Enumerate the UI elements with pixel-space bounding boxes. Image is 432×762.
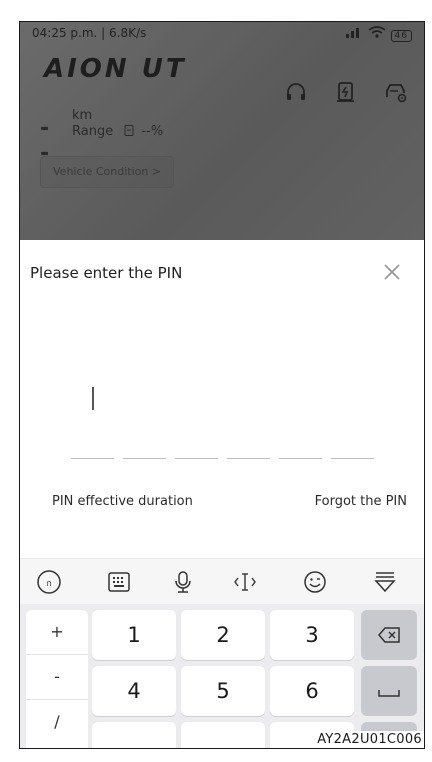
pin-slot-4[interactable] [227,436,270,459]
language-icon[interactable]: ก [36,569,62,595]
key-row3-b[interactable] [181,722,265,748]
status-time-speed: 04:25 p.m. | 6.8K/s [32,26,147,40]
pin-dialog-title: Please enter the PIN [30,264,183,282]
key-4[interactable]: 4 [92,666,176,716]
range-label: Range [72,124,114,139]
pin-dialog: Please enter the PIN PIN effective durat… [20,240,424,560]
phone-screen: 04:25 p.m. | 6.8K/s 46 AION UT -- km Ran… [19,21,425,749]
header-actions [284,80,408,104]
pin-slot-6[interactable] [331,436,374,459]
status-icons: 46 [344,26,412,42]
vehicle-condition-button[interactable]: Vehicle Condition > [40,156,175,188]
symbol-column[interactable]: + - / [26,610,88,748]
microphone-icon[interactable] [170,569,196,595]
svg-text:ก: ก [46,579,51,589]
backspace-key[interactable] [361,610,417,660]
text-cursor [92,387,94,410]
pin-slot-2[interactable] [123,436,166,459]
numeric-keyboard: + - / 1 2 3 4 5 6 [20,604,424,748]
key-3[interactable]: 3 [270,610,354,660]
brand-logo: AION UT [44,54,187,84]
keyboard-toolbar: ก [20,558,424,605]
backspace-icon [378,627,400,643]
forgot-pin-link[interactable]: Forgot the PIN [315,494,407,509]
symbol-key-minus[interactable]: - [26,655,88,700]
emoji-icon[interactable] [302,569,328,595]
close-icon[interactable] [382,262,402,282]
signal-icon [345,28,359,38]
key-1[interactable]: 1 [92,610,176,660]
pin-slot-5[interactable] [279,436,322,459]
key-2[interactable]: 2 [181,610,265,660]
pin-input[interactable] [71,436,374,459]
app-background-dimmed: 04:25 p.m. | 6.8K/s 46 AION UT -- km Ran… [20,22,424,242]
pin-slot-3[interactable] [175,436,218,459]
key-6[interactable]: 6 [270,666,354,716]
battery-small-icon [124,125,134,136]
battery-icon: 46 [390,30,412,42]
space-icon [378,690,400,697]
headset-icon[interactable] [284,80,308,104]
space-key[interactable] [361,666,417,716]
figure-id-watermark: AY2A2U01C006 [315,731,424,748]
hide-keyboard-icon[interactable] [372,569,398,595]
key-5[interactable]: 5 [181,666,265,716]
key-row3-a[interactable] [92,722,176,748]
battery-percent: --% [141,124,164,139]
range-label-row: Range --% [72,124,163,139]
charging-icon[interactable] [334,80,358,104]
car-settings-icon[interactable] [384,80,408,104]
wifi-icon [368,26,386,38]
symbol-key-plus[interactable]: + [26,610,88,655]
symbol-key-slash[interactable]: / [26,700,88,744]
range-unit: km [72,108,93,123]
status-bar: 04:25 p.m. | 6.8K/s 46 [32,26,412,44]
pin-effective-duration-link[interactable]: PIN effective duration [52,494,193,509]
keyboard-icon[interactable] [106,569,132,595]
pin-slot-1[interactable] [71,436,114,459]
cursor-icon[interactable] [232,569,258,595]
